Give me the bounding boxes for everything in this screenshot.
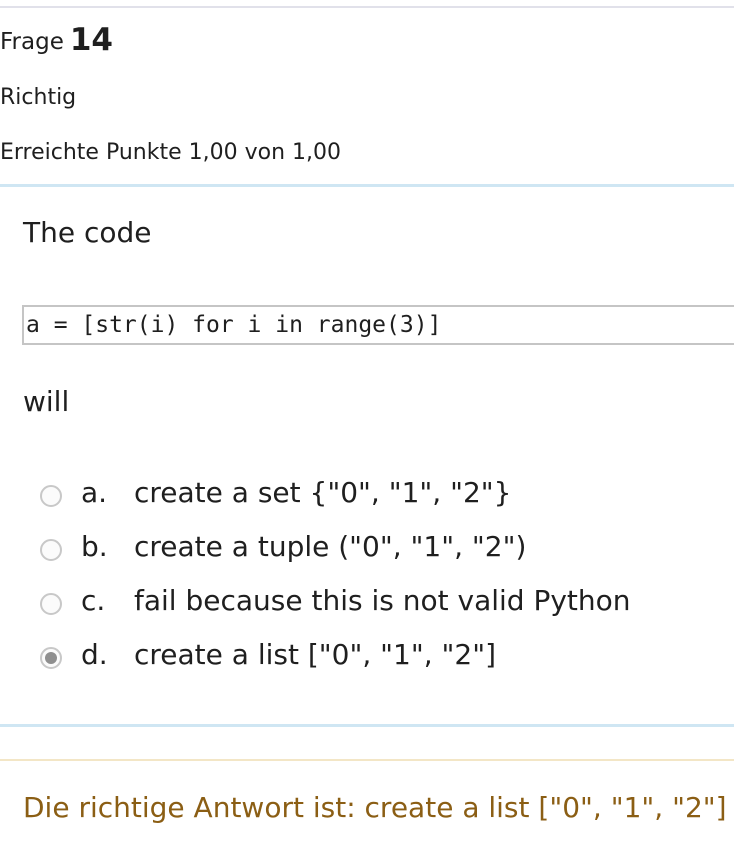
answer-text: create a tuple ("0", "1", "2") [134, 530, 527, 563]
radio-unchecked-icon[interactable] [40, 593, 62, 615]
answer-letter: b. [81, 530, 108, 563]
radio-unchecked-icon[interactable] [40, 539, 62, 561]
feedback-divider [0, 759, 734, 761]
code-line: a = [str(i) for i in range(3)] [26, 312, 442, 338]
quiz-page: Frage 14 Richtig Erreichte Punkte 1,00 vo… [0, 0, 734, 850]
radio-checked-icon[interactable] [40, 647, 62, 669]
question-formulation: The code a = [str(i) for i in range(3)] … [0, 187, 734, 727]
radio-unchecked-icon[interactable] [40, 485, 62, 507]
question-state: Richtig [0, 85, 77, 110]
question-intro-text: The code [23, 216, 152, 249]
answer-option-c[interactable]: c. fail because this is not valid Python [0, 585, 734, 639]
answer-option-b[interactable]: b. create a tuple ("0", "1", "2") [0, 531, 734, 585]
answer-text: create a set {"0", "1", "2"} [134, 476, 512, 509]
answer-list: a. create a set {"0", "1", "2"} b. creat… [0, 477, 734, 697]
top-divider [0, 6, 734, 8]
answer-letter: c. [81, 584, 106, 617]
question-label: Frage [0, 29, 64, 55]
code-block: a = [str(i) for i in range(3)] [22, 305, 734, 345]
right-answer-feedback: Die richtige Antwort ist: create a list … [23, 791, 727, 824]
question-number: Frage 14 [0, 22, 113, 58]
answer-text: create a list ["0", "1", "2"] [134, 638, 497, 671]
question-grade: Erreichte Punkte 1,00 von 1,00 [0, 140, 341, 165]
answer-option-a[interactable]: a. create a set {"0", "1", "2"} [0, 477, 734, 531]
answer-text: fail because this is not valid Python [134, 584, 631, 617]
answer-option-d[interactable]: d. create a list ["0", "1", "2"] [0, 639, 734, 693]
answer-letter: d. [81, 638, 108, 671]
question-number-value: 14 [69, 22, 113, 58]
formulation-divider [0, 724, 734, 727]
answer-letter: a. [81, 476, 108, 509]
question-outro-text: will [23, 385, 70, 418]
